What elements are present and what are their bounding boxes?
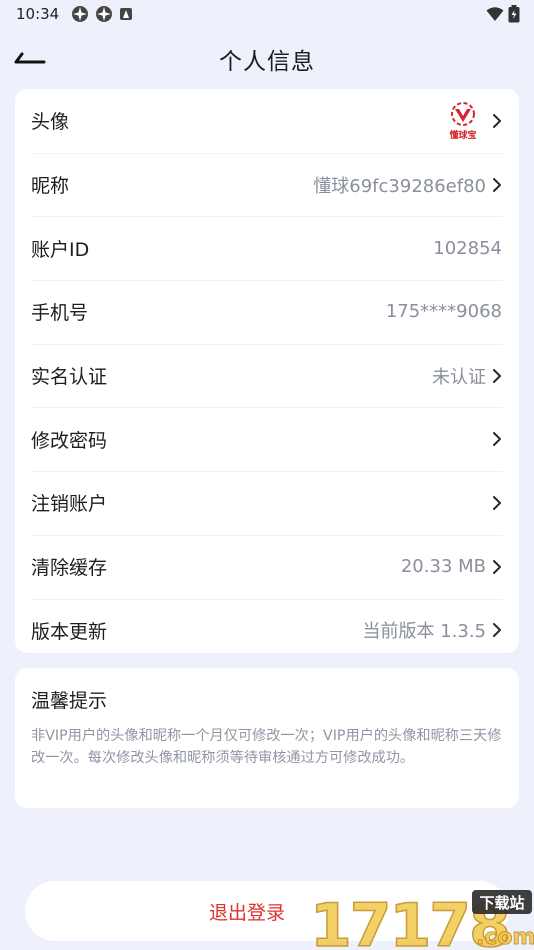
row-label: 注销账户 <box>31 493 108 516</box>
row-label: 昵称 <box>31 175 70 198</box>
chevron-right-icon <box>492 368 502 384</box>
app-icon <box>96 6 113 22</box>
row-right: 102854 <box>433 238 502 259</box>
row-label: 版本更新 <box>31 620 108 643</box>
row-right: 当前版本 1.3.5 <box>362 617 502 643</box>
chevron-right-icon <box>492 113 502 129</box>
row-label: 头像 <box>31 111 70 134</box>
status-bar: 10:34 <box>0 0 534 28</box>
row-change-password[interactable]: 修改密码 <box>15 407 519 471</box>
tips-title: 温馨提示 <box>31 690 108 712</box>
row-label: 清除缓存 <box>31 557 108 580</box>
row-phone: 手机号 175****9068 <box>15 280 519 344</box>
chevron-right-icon <box>492 431 502 447</box>
avatar[interactable]: 懂球宝 <box>444 101 482 141</box>
row-value: 102854 <box>433 237 502 259</box>
row-right: 175****9068 <box>386 301 502 322</box>
tips-body: 非VIP用户的头像和昵称一个月仅可修改一次；VIP用户的头像和昵称三天修改一次。… <box>31 728 502 766</box>
back-arrow-icon <box>14 52 46 64</box>
chevron-right-icon <box>492 495 502 511</box>
row-right <box>486 431 502 447</box>
watermark-tag: 下载站 <box>479 894 524 912</box>
row-right <box>486 495 502 511</box>
row-value: 未认证 <box>432 366 486 388</box>
watermark-domain: .com <box>476 925 534 950</box>
back-button[interactable] <box>14 44 54 74</box>
settings-card: 头像 懂球宝 昵称 懂球69fc39286ef80 账户ID 102854 手机… <box>15 89 519 653</box>
watermark-logo: 17178 下载站 .com <box>309 890 534 950</box>
status-icons-left <box>71 5 133 23</box>
page-title: 个人信息 <box>219 49 315 75</box>
row-delete-account[interactable]: 注销账户 <box>15 471 519 535</box>
logout-label: 退出登录 <box>208 901 285 924</box>
chevron-right-icon <box>492 177 502 193</box>
row-avatar[interactable]: 头像 懂球宝 <box>15 89 519 153</box>
tips-card: 温馨提示 非VIP用户的头像和昵称一个月仅可修改一次；VIP用户的头像和昵称三天… <box>15 668 519 808</box>
row-value: 当前版本 1.3.5 <box>362 621 486 643</box>
chevron-right-icon <box>492 622 502 638</box>
header: 个人信息 <box>0 36 534 82</box>
row-nickname[interactable]: 昵称 懂球69fc39286ef80 <box>15 152 519 217</box>
row-real-name-verify[interactable]: 实名认证 未认证 <box>15 343 519 408</box>
row-value: 懂球69fc39286ef80 <box>313 175 486 197</box>
row-account-id: 账户ID 102854 <box>15 216 519 280</box>
status-icons-right <box>486 5 520 23</box>
notification-icon <box>120 8 133 20</box>
row-label: 手机号 <box>31 302 89 325</box>
row-value: 20.33 MB <box>400 556 486 578</box>
row-right: 20.33 MB <box>401 556 502 577</box>
row-label: 账户ID <box>31 238 90 261</box>
avatar-logo-icon: 懂球宝 <box>448 101 477 141</box>
row-value: 175****9068 <box>385 301 502 323</box>
row-clear-cache[interactable]: 清除缓存 20.33 MB <box>15 534 519 599</box>
row-version-update[interactable]: 版本更新 当前版本 1.3.5 <box>15 598 519 663</box>
chevron-right-icon <box>492 559 502 575</box>
row-label: 实名认证 <box>31 366 108 389</box>
row-right: 懂球宝 <box>444 101 502 141</box>
row-label: 修改密码 <box>31 429 108 452</box>
row-right: 未认证 <box>432 363 502 389</box>
battery-icon <box>508 5 520 23</box>
status-time: 10:34 <box>16 5 60 23</box>
wifi-icon <box>486 7 504 21</box>
app-icon <box>72 6 89 22</box>
row-right: 懂球69fc39286ef80 <box>313 172 502 198</box>
avatar-logo-text: 懂球宝 <box>448 129 476 141</box>
